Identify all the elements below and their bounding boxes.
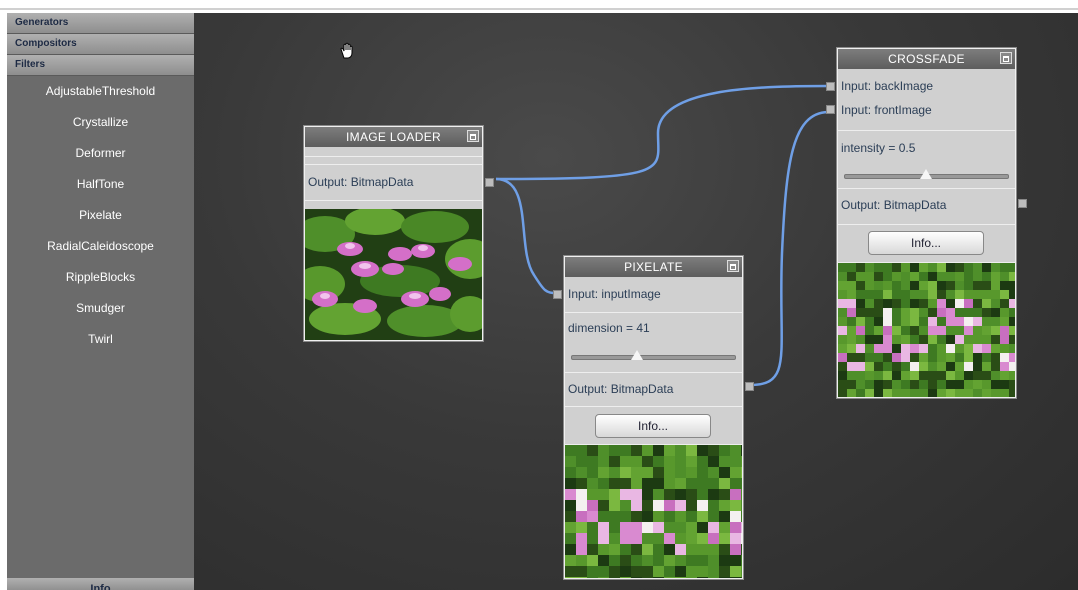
input-row: Input: inputImage (553, 277, 742, 313)
node-title[interactable]: CROSSFADE (838, 49, 1015, 69)
filter-item-twirl[interactable]: Twirl (7, 328, 194, 359)
trash-icon[interactable] (1000, 52, 1012, 64)
input-row-front: Input: frontImage (826, 95, 1015, 131)
filter-item-deformer[interactable]: Deformer (7, 142, 194, 173)
node-pixelate[interactable]: PIXELATE Input: inputImage dimension = 4… (553, 256, 754, 579)
filter-item-crystallize[interactable]: Crystallize (7, 111, 194, 142)
wire-loader-to-pixelate (495, 177, 557, 295)
output-row: Output: BitmapData (305, 165, 494, 201)
filter-item-rippleblocks[interactable]: RippleBlocks (7, 266, 194, 297)
node-title[interactable]: PIXELATE (565, 257, 742, 277)
wire-loader-to-crossfade-back (495, 84, 829, 181)
pixelated-photo (565, 445, 742, 578)
info-button[interactable]: Info... (868, 231, 984, 255)
param-label: intensity = 0.5 (841, 141, 916, 155)
section-compositors[interactable]: Compositors (7, 34, 194, 55)
section-generators[interactable]: Generators (7, 13, 194, 34)
node-title[interactable]: IMAGE LOADER (305, 127, 482, 147)
filter-item-pixelate[interactable]: Pixelate (7, 204, 194, 235)
input-label-front: Input: frontImage (841, 103, 932, 117)
param-row: dimension = 41 (565, 313, 742, 373)
output-row: Output: BitmapData (565, 373, 754, 407)
crossfade-photo (838, 263, 1015, 397)
output-label: Output: BitmapData (568, 382, 674, 396)
output-label: Output: BitmapData (308, 175, 414, 189)
trash-icon[interactable] (467, 130, 479, 142)
output-label: Output: BitmapData (841, 198, 947, 212)
info-row: Info... (838, 225, 1015, 263)
param-label: dimension = 41 (568, 321, 650, 335)
filter-item-radialcaleidoscope[interactable]: RadialCaleidoscope (7, 235, 194, 266)
info-panel-tab[interactable]: Info (7, 578, 194, 590)
dimension-slider[interactable] (571, 355, 736, 360)
param-row: intensity = 0.5 (838, 131, 1015, 189)
node-crossfade[interactable]: CROSSFADE Input: backImage Input: frontI… (826, 48, 1027, 398)
input-label: Input: inputImage (568, 287, 661, 301)
filter-item-smudger[interactable]: Smudger (7, 297, 194, 328)
top-border (0, 8, 1078, 10)
filter-list: AdjustableThreshold Crystallize Deformer… (7, 76, 194, 359)
preview-image (838, 263, 1015, 397)
preview-image (565, 445, 742, 578)
node-image-loader[interactable]: IMAGE LOADER Output: BitmapData (304, 126, 494, 341)
input-port-back[interactable] (826, 82, 835, 91)
filter-item-adjustablethreshold[interactable]: AdjustableThreshold (7, 80, 194, 111)
intensity-slider-thumb[interactable] (920, 169, 932, 179)
preview-image (305, 209, 482, 340)
spacer-row (305, 147, 482, 157)
input-port-front[interactable] (826, 105, 835, 114)
input-label-back: Input: backImage (841, 79, 934, 93)
input-port[interactable] (553, 290, 562, 299)
lily-photo (305, 209, 482, 340)
info-row: Info... (565, 407, 742, 445)
output-row: Output: BitmapData (838, 189, 1027, 225)
filter-item-halftone[interactable]: HalfTone (7, 173, 194, 204)
output-port[interactable] (745, 382, 754, 391)
output-port[interactable] (485, 178, 494, 187)
spacer-row (305, 157, 482, 165)
output-port[interactable] (1018, 199, 1027, 208)
input-row-back: Input: backImage (826, 69, 1015, 95)
hand-cursor-icon (340, 42, 353, 59)
section-filters[interactable]: Filters (7, 55, 194, 76)
dimension-slider-thumb[interactable] (631, 350, 643, 360)
trash-icon[interactable] (727, 260, 739, 272)
info-button[interactable]: Info... (595, 414, 711, 438)
sidebar: Generators Compositors Filters Adjustabl… (7, 13, 194, 590)
wire-pixelate-to-crossfade-front (749, 110, 829, 387)
